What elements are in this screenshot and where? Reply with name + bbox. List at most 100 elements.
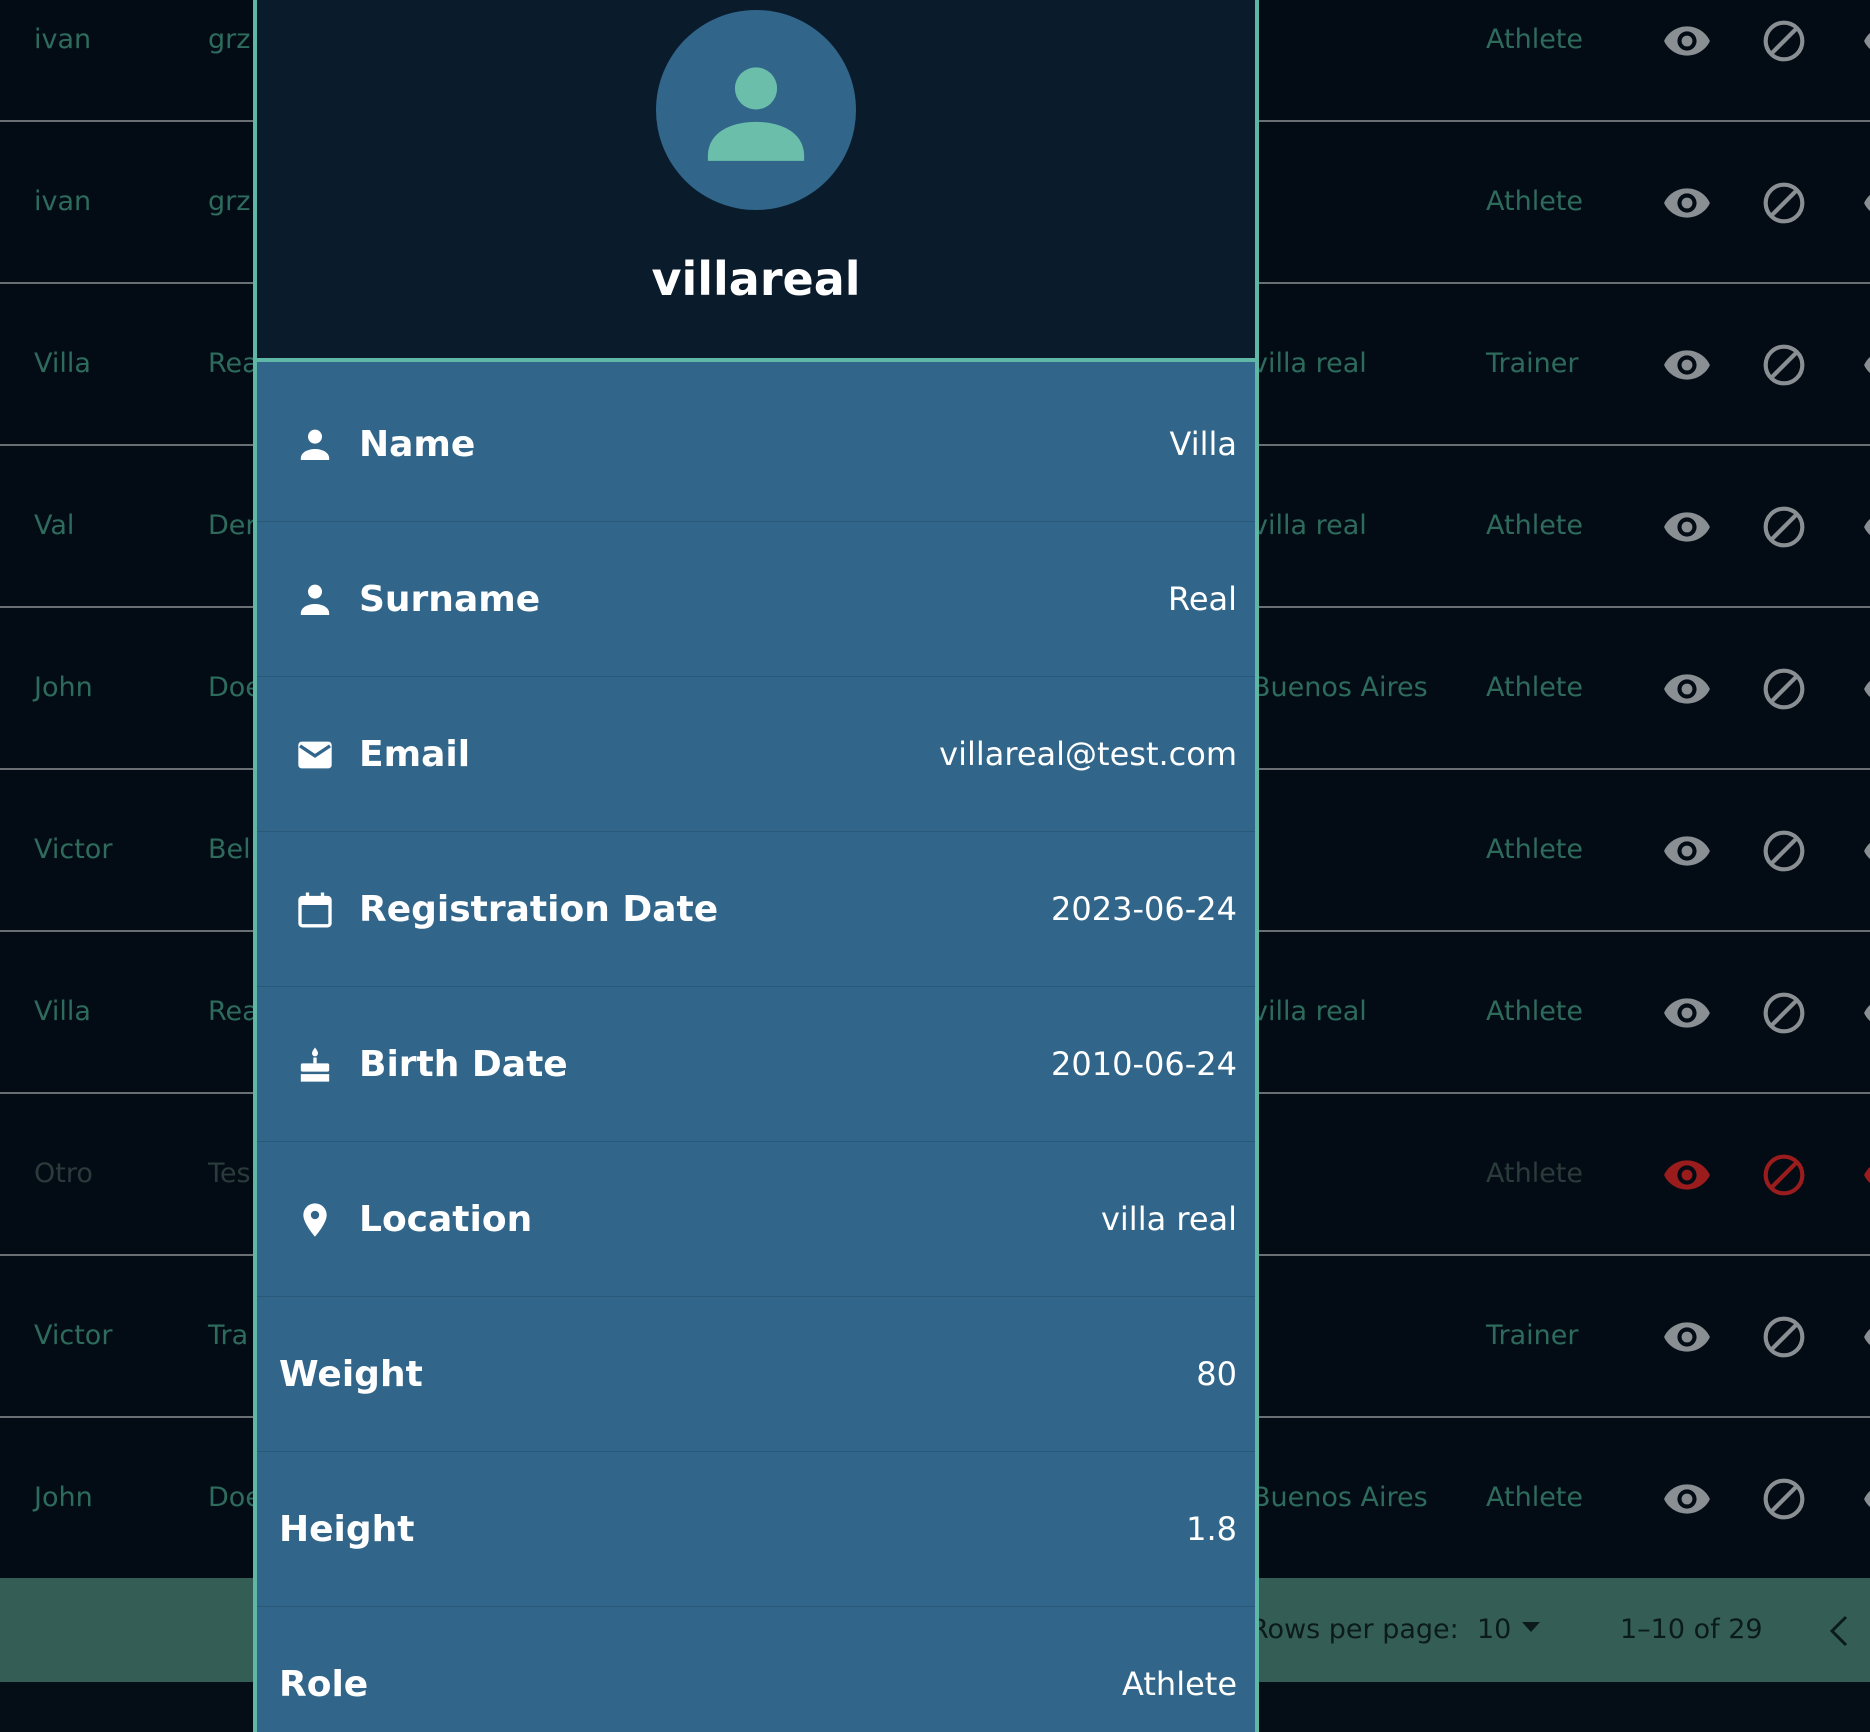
detail-value: Villa bbox=[1169, 425, 1237, 463]
email-icon bbox=[295, 735, 335, 775]
location-cell: villa real bbox=[1252, 510, 1367, 541]
detail-label: Height bbox=[279, 1509, 415, 1550]
rows-per-page-select[interactable]: 10 bbox=[1477, 1578, 1511, 1682]
last-name-cell: grz bbox=[208, 186, 251, 217]
eye-icon[interactable] bbox=[1662, 1150, 1712, 1200]
eye-icon[interactable] bbox=[1662, 664, 1712, 714]
person-icon bbox=[707, 67, 805, 161]
eye-icon[interactable] bbox=[1662, 1474, 1712, 1524]
chevron-left-icon[interactable] bbox=[1826, 1611, 1852, 1651]
location-pin-icon bbox=[295, 1200, 335, 1240]
first-name-cell: ivan bbox=[34, 186, 92, 217]
block-icon[interactable] bbox=[1759, 988, 1809, 1038]
profile-header: villareal bbox=[257, 0, 1255, 362]
row-action-icon[interactable] bbox=[1862, 178, 1870, 228]
row-action-icon[interactable] bbox=[1862, 1474, 1870, 1524]
detail-value: 2010-06-24 bbox=[1051, 1045, 1237, 1083]
row-action-icon[interactable] bbox=[1862, 502, 1870, 552]
first-name-cell: Victor bbox=[34, 834, 113, 865]
rows-per-page-label: Rows per page: bbox=[1250, 1614, 1459, 1645]
detail-value: 2023-06-24 bbox=[1051, 890, 1237, 928]
row-action-icon[interactable] bbox=[1862, 16, 1870, 66]
eye-icon[interactable] bbox=[1662, 16, 1712, 66]
row-action-icon[interactable] bbox=[1862, 826, 1870, 876]
detail-row-weight: Weight 80 bbox=[257, 1297, 1255, 1452]
eye-icon[interactable] bbox=[1662, 826, 1712, 876]
caret-down-icon[interactable] bbox=[1522, 1622, 1540, 1632]
block-icon[interactable] bbox=[1759, 16, 1809, 66]
block-icon[interactable] bbox=[1759, 1474, 1809, 1524]
first-name-cell: Villa bbox=[34, 348, 91, 379]
block-icon[interactable] bbox=[1759, 1150, 1809, 1200]
cake-icon bbox=[295, 1045, 335, 1085]
detail-row-location: Location villa real bbox=[257, 1142, 1255, 1297]
avatar bbox=[656, 10, 856, 210]
location-cell: Buenos Aires bbox=[1252, 1482, 1428, 1513]
block-icon[interactable] bbox=[1759, 502, 1809, 552]
first-name-cell: Villa bbox=[34, 996, 91, 1027]
role-cell: Athlete bbox=[1486, 834, 1584, 865]
role-cell: Athlete bbox=[1486, 672, 1584, 703]
row-action-icon[interactable] bbox=[1862, 340, 1870, 390]
detail-label: Registration Date bbox=[359, 889, 719, 930]
detail-value: Real bbox=[1168, 580, 1237, 618]
first-name-cell: Victor bbox=[34, 1320, 113, 1351]
eye-icon[interactable] bbox=[1662, 1312, 1712, 1362]
row-action-icon[interactable] bbox=[1862, 1150, 1870, 1200]
detail-label: Surname bbox=[359, 579, 541, 620]
person-icon bbox=[295, 425, 335, 465]
last-name-cell: Der bbox=[208, 510, 257, 541]
role-cell: Trainer bbox=[1486, 348, 1579, 379]
detail-value: 1.8 bbox=[1186, 1510, 1237, 1548]
first-name-cell: John bbox=[34, 672, 93, 703]
location-cell: villa real bbox=[1252, 348, 1367, 379]
pagination-range: 1–10 of 29 bbox=[1620, 1614, 1763, 1645]
role-cell: Athlete bbox=[1486, 1482, 1584, 1513]
block-icon[interactable] bbox=[1759, 340, 1809, 390]
row-action-icon[interactable] bbox=[1862, 1312, 1870, 1362]
first-name-cell: Otro bbox=[34, 1158, 93, 1189]
detail-label: Weight bbox=[279, 1354, 423, 1395]
detail-row-birth-date: Birth Date 2010-06-24 bbox=[257, 987, 1255, 1142]
eye-icon[interactable] bbox=[1662, 502, 1712, 552]
last-name-cell: Rea bbox=[208, 348, 259, 379]
block-icon[interactable] bbox=[1759, 664, 1809, 714]
detail-label: Birth Date bbox=[359, 1044, 568, 1085]
detail-value: Athlete bbox=[1122, 1665, 1237, 1703]
detail-label: Name bbox=[359, 424, 476, 465]
role-cell: Athlete bbox=[1486, 510, 1584, 541]
role-cell: Athlete bbox=[1486, 186, 1584, 217]
eye-icon[interactable] bbox=[1662, 178, 1712, 228]
detail-row-surname: Surname Real bbox=[257, 522, 1255, 677]
block-icon[interactable] bbox=[1759, 1312, 1809, 1362]
last-name-cell: grz bbox=[208, 24, 251, 55]
location-cell: villa real bbox=[1252, 996, 1367, 1027]
first-name-cell: Val bbox=[34, 510, 75, 541]
last-name-cell: Tes bbox=[208, 1158, 251, 1189]
last-name-cell: Bel bbox=[208, 834, 251, 865]
detail-row-name: Name Villa bbox=[257, 367, 1255, 522]
profile-username: villareal bbox=[651, 252, 861, 306]
block-icon[interactable] bbox=[1759, 826, 1809, 876]
role-cell: Athlete bbox=[1486, 996, 1584, 1027]
user-profile-dialog: villareal Name Villa Surname Real Email villa… bbox=[253, 0, 1259, 1732]
detail-value: villa real bbox=[1100, 1200, 1237, 1238]
role-cell: Trainer bbox=[1486, 1320, 1579, 1351]
detail-label: Email bbox=[359, 734, 471, 775]
detail-label: Location bbox=[359, 1199, 533, 1240]
detail-row-role: Role Athlete bbox=[257, 1607, 1255, 1732]
last-name-cell: Rea bbox=[208, 996, 259, 1027]
eye-icon[interactable] bbox=[1662, 340, 1712, 390]
eye-icon[interactable] bbox=[1662, 988, 1712, 1038]
first-name-cell: ivan bbox=[34, 24, 92, 55]
row-action-icon[interactable] bbox=[1862, 664, 1870, 714]
row-action-icon[interactable] bbox=[1862, 988, 1870, 1038]
detail-row-height: Height 1.8 bbox=[257, 1452, 1255, 1607]
detail-row-registration-date: Registration Date 2023-06-24 bbox=[257, 832, 1255, 987]
detail-row-email: Email villareal@test.com bbox=[257, 677, 1255, 832]
block-icon[interactable] bbox=[1759, 178, 1809, 228]
first-name-cell: John bbox=[34, 1482, 93, 1513]
role-cell: Athlete bbox=[1486, 1158, 1584, 1189]
person-icon bbox=[295, 580, 335, 620]
role-cell: Athlete bbox=[1486, 24, 1584, 55]
